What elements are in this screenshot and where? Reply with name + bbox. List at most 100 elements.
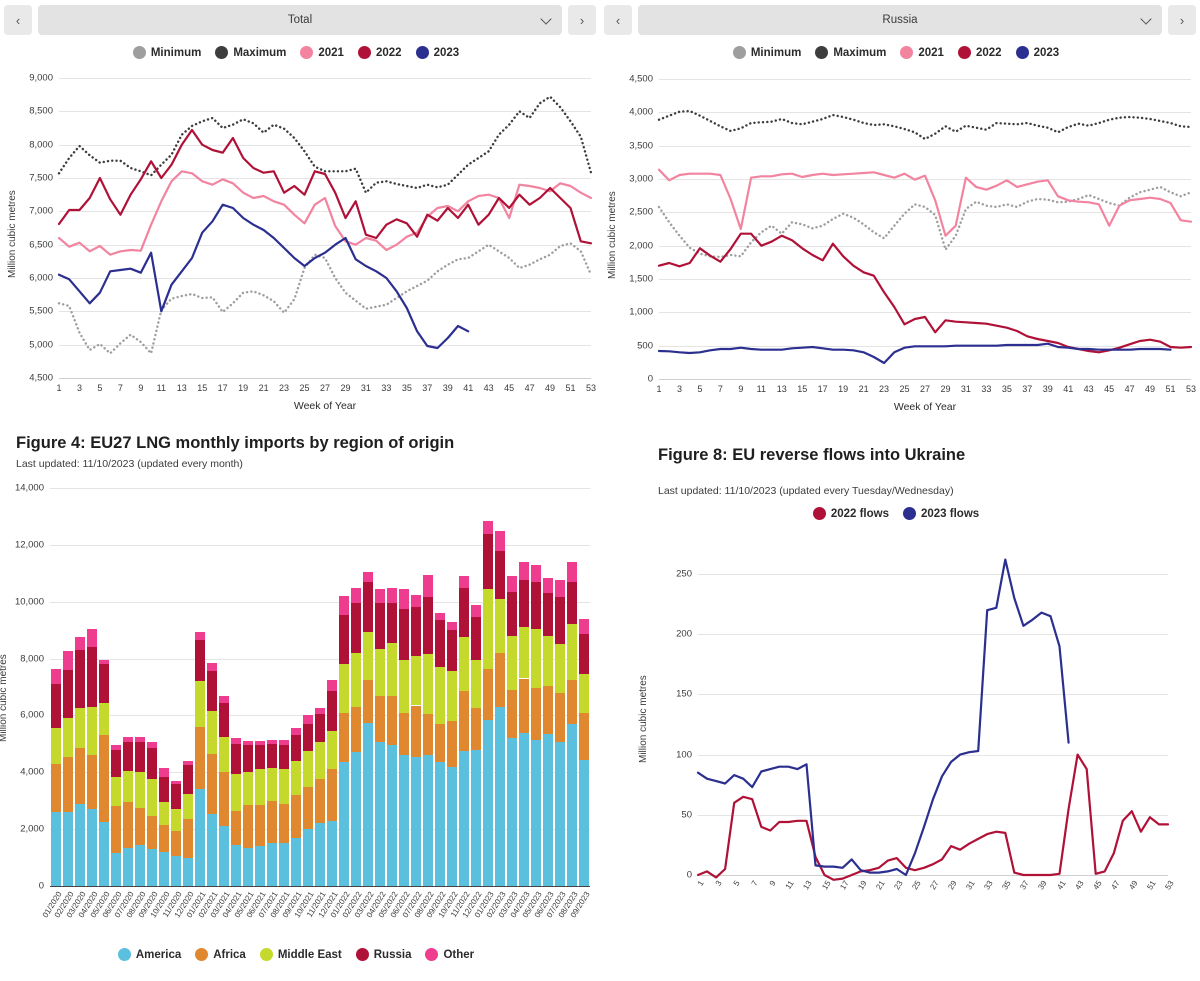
russia-legend-item[interactable]: Minimum (732, 46, 801, 59)
total-country-select[interactable]: Total (38, 5, 562, 35)
bar-group[interactable] (255, 488, 265, 886)
bar-group[interactable] (87, 488, 97, 886)
bar-group[interactable] (339, 488, 349, 886)
bar-group[interactable] (423, 488, 433, 886)
bar-group[interactable] (183, 488, 193, 886)
bar-group[interactable] (147, 488, 157, 886)
x-axis-tick-label: 45 (1090, 879, 1104, 892)
bar-group[interactable] (243, 488, 253, 886)
bar-segment (351, 652, 361, 707)
bar-group[interactable] (279, 488, 289, 886)
bar-segment (339, 762, 349, 886)
bar-segment (531, 688, 541, 740)
russia-legend-item[interactable]: 2021 (900, 46, 944, 59)
bar-group[interactable] (351, 488, 361, 886)
figure8-legend-item[interactable]: 2022 flows (812, 507, 889, 520)
bar-group[interactable] (435, 488, 445, 886)
bar-group[interactable] (519, 488, 529, 886)
figure4-legend-item[interactable]: America (117, 948, 181, 961)
bar-group[interactable] (387, 488, 397, 886)
russia-next-button[interactable]: › (1168, 5, 1196, 35)
total-next-button[interactable]: › (568, 5, 596, 35)
x-axis-tick-label: 29 (340, 383, 351, 393)
bar-segment (171, 780, 181, 784)
bar-segment (447, 621, 457, 631)
bar-group[interactable] (411, 488, 421, 886)
bar-group[interactable] (483, 488, 493, 886)
russia-country-select[interactable]: Russia (638, 5, 1162, 35)
bar-group[interactable] (375, 488, 385, 886)
bar-group[interactable] (111, 488, 121, 886)
bar-group[interactable] (267, 488, 277, 886)
x-axis-tick-label: 5 (97, 383, 103, 393)
legend-swatch-icon (259, 948, 273, 961)
bar-group[interactable] (303, 488, 313, 886)
bar-group[interactable] (291, 488, 301, 886)
total-prev-button[interactable]: ‹ (4, 5, 32, 35)
bar-group[interactable] (555, 488, 565, 886)
bar-group[interactable] (531, 488, 541, 886)
bar-segment (171, 783, 181, 810)
legend-swatch-icon (815, 46, 829, 59)
russia-prev-button[interactable]: ‹ (604, 5, 632, 35)
bar-group[interactable] (579, 488, 589, 886)
figure8-legend-item[interactable]: 2023 flows (903, 507, 979, 520)
russia-legend-item[interactable]: 2023 (1015, 46, 1059, 59)
x-axis-tick-label: 27 (319, 383, 331, 393)
total-legend-item[interactable]: 2022 (357, 46, 402, 59)
bar-group[interactable] (171, 488, 181, 886)
x-axis-tick-label: 35 (401, 383, 412, 393)
bar-group[interactable] (471, 488, 481, 886)
line-series (57, 95, 593, 194)
figure4-legend-item[interactable]: Russia (355, 948, 411, 961)
x-axis-tick-label: 11 (756, 384, 766, 394)
total-legend-item[interactable]: Minimum (132, 46, 201, 59)
bar-group[interactable] (75, 488, 85, 886)
x-axis-tick-label: 7 (117, 383, 123, 393)
total-legend-item[interactable]: 2021 (300, 46, 344, 59)
bar-group[interactable] (123, 488, 133, 886)
panel-total: ‹ Total › Minimum Maximum 2021 2022 2023 4,5… (4, 4, 596, 424)
bar-segment (255, 769, 265, 805)
russia-legend-item[interactable]: 2022 (957, 46, 1002, 59)
y-axis-tick-label: 0 (686, 869, 692, 881)
bar-group[interactable] (195, 488, 205, 886)
bar-group[interactable] (567, 488, 577, 886)
bar-group[interactable] (231, 488, 241, 886)
bar-group[interactable] (447, 488, 457, 886)
x-axis-title: Week of Year (893, 401, 957, 413)
bar-group[interactable] (507, 488, 517, 886)
bar-group[interactable] (159, 488, 169, 886)
figure4-legend-item[interactable]: Middle East (259, 948, 342, 961)
bar-segment (327, 731, 337, 770)
bar-group[interactable] (207, 488, 217, 886)
y-gridline (659, 379, 1191, 380)
bar-group[interactable] (327, 488, 337, 886)
bar-group[interactable] (363, 488, 373, 886)
bar-segment (147, 779, 157, 817)
bar-group[interactable] (315, 488, 325, 886)
bar-group[interactable] (219, 488, 229, 886)
bar-segment (387, 642, 397, 696)
y-axis-title: Million cubic metres (0, 654, 9, 742)
total-legend-item[interactable]: 2023 (415, 46, 459, 59)
bar-group[interactable] (459, 488, 469, 886)
bar-segment (195, 640, 205, 682)
x-axis-tick-label: 53 (585, 383, 597, 393)
bar-group[interactable] (495, 488, 505, 886)
bar-segment (519, 561, 529, 581)
bar-group[interactable] (51, 488, 61, 886)
legend-swatch-icon (903, 507, 916, 520)
figure4-legend-item[interactable]: Africa (195, 948, 246, 961)
bar-segment (123, 847, 133, 886)
bar-group[interactable] (135, 488, 145, 886)
bar-group[interactable] (99, 488, 109, 886)
bar-segment (567, 723, 577, 886)
bar-group[interactable] (399, 488, 409, 886)
bar-group[interactable] (63, 488, 73, 886)
bar-group[interactable] (543, 488, 553, 886)
figure4-legend-item[interactable]: Other (425, 948, 474, 961)
russia-legend-item[interactable]: Maximum (815, 46, 886, 59)
bar-segment (135, 807, 145, 845)
total-legend-item[interactable]: Maximum (215, 46, 286, 59)
